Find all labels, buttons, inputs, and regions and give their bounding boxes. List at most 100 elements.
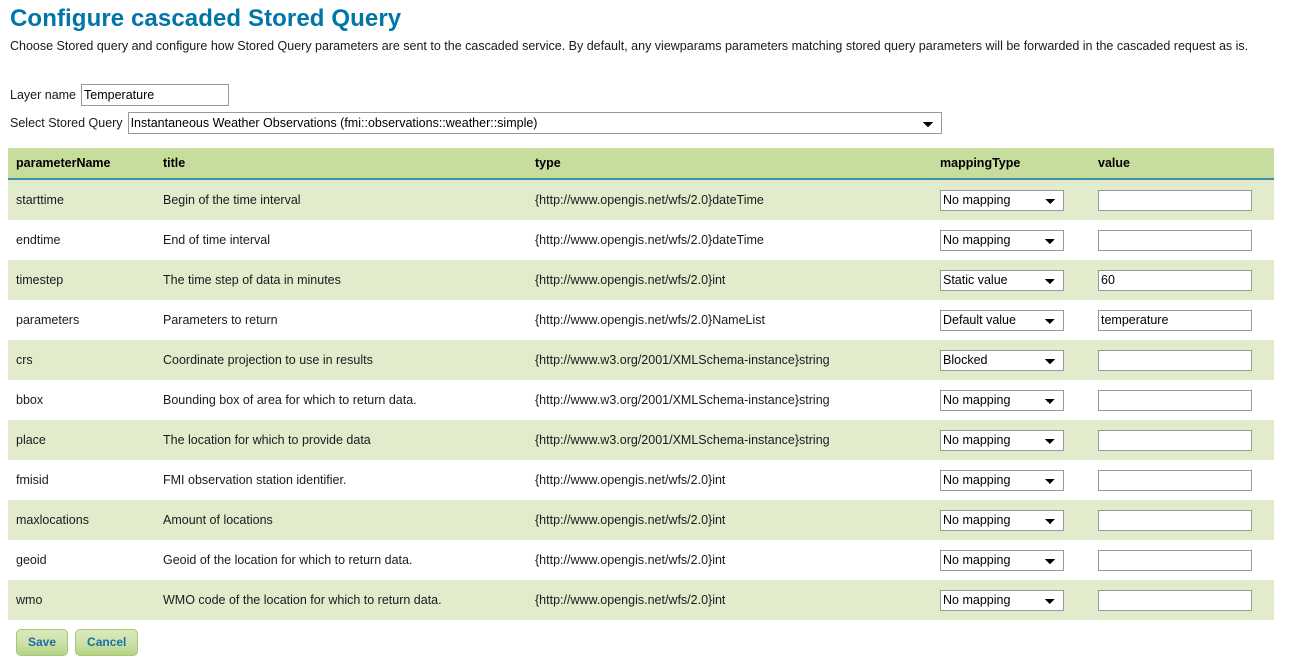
stored-query-row: Select Stored Query Instantaneous Weathe… bbox=[10, 111, 1281, 134]
parameters-table: parameterName title type mappingType val… bbox=[8, 148, 1274, 620]
column-header-title: title bbox=[155, 148, 527, 179]
value-input[interactable] bbox=[1098, 550, 1252, 571]
cell-parameter-name: parameters bbox=[8, 300, 155, 340]
cell-title: Coordinate projection to use in results bbox=[155, 340, 527, 380]
cell-value bbox=[1090, 260, 1274, 300]
cell-title: FMI observation station identifier. bbox=[155, 460, 527, 500]
form-actions: Save Cancel bbox=[8, 629, 1281, 656]
table-header-row: parameterName title type mappingType val… bbox=[8, 148, 1274, 179]
cell-type: {http://www.opengis.net/wfs/2.0}int bbox=[527, 500, 932, 540]
cell-value bbox=[1090, 420, 1274, 460]
table-row: bboxBounding box of area for which to re… bbox=[8, 380, 1274, 420]
table-row: endtimeEnd of time interval{http://www.o… bbox=[8, 220, 1274, 260]
value-input[interactable] bbox=[1098, 390, 1252, 411]
save-button[interactable]: Save bbox=[16, 629, 68, 656]
page-title: Configure cascaded Stored Query bbox=[8, 0, 1281, 37]
cell-type: {http://www.opengis.net/wfs/2.0}dateTime bbox=[527, 220, 932, 260]
mapping-type-select[interactable]: No mappingStatic valueDefault valueBlock… bbox=[940, 550, 1064, 571]
table-row: crsCoordinate projection to use in resul… bbox=[8, 340, 1274, 380]
mapping-type-select[interactable]: No mappingStatic valueDefault valueBlock… bbox=[940, 510, 1064, 531]
cell-mapping-type: No mappingStatic valueDefault valueBlock… bbox=[932, 580, 1090, 620]
layer-name-label: Layer name bbox=[10, 88, 76, 102]
cell-mapping-type: No mappingStatic valueDefault valueBlock… bbox=[932, 260, 1090, 300]
column-header-parameter-name: parameterName bbox=[8, 148, 155, 179]
table-row: starttimeBegin of the time interval{http… bbox=[8, 179, 1274, 220]
value-input[interactable] bbox=[1098, 230, 1252, 251]
mapping-type-select[interactable]: No mappingStatic valueDefault valueBlock… bbox=[940, 310, 1064, 331]
cell-parameter-name: geoid bbox=[8, 540, 155, 580]
column-header-mapping-type: mappingType bbox=[932, 148, 1090, 179]
cell-parameter-name: fmisid bbox=[8, 460, 155, 500]
cell-parameter-name: maxlocations bbox=[8, 500, 155, 540]
mapping-type-select[interactable]: No mappingStatic valueDefault valueBlock… bbox=[940, 270, 1064, 291]
cell-type: {http://www.w3.org/2001/XMLSchema-instan… bbox=[527, 420, 932, 460]
cell-value bbox=[1090, 179, 1274, 220]
table-header: parameterName title type mappingType val… bbox=[8, 148, 1274, 179]
mapping-type-select[interactable]: No mappingStatic valueDefault valueBlock… bbox=[940, 230, 1064, 251]
table-row: wmoWMO code of the location for which to… bbox=[8, 580, 1274, 620]
cell-mapping-type: No mappingStatic valueDefault valueBlock… bbox=[932, 220, 1090, 260]
cell-type: {http://www.opengis.net/wfs/2.0}int bbox=[527, 460, 932, 500]
cell-value bbox=[1090, 540, 1274, 580]
table-body: starttimeBegin of the time interval{http… bbox=[8, 179, 1274, 620]
layer-name-row: Layer name bbox=[10, 83, 1281, 106]
mapping-type-select[interactable]: No mappingStatic valueDefault valueBlock… bbox=[940, 430, 1064, 451]
cell-mapping-type: No mappingStatic valueDefault valueBlock… bbox=[932, 380, 1090, 420]
cancel-button[interactable]: Cancel bbox=[75, 629, 138, 656]
cell-type: {http://www.opengis.net/wfs/2.0}int bbox=[527, 580, 932, 620]
cell-mapping-type: No mappingStatic valueDefault valueBlock… bbox=[932, 420, 1090, 460]
mapping-type-select[interactable]: No mappingStatic valueDefault valueBlock… bbox=[940, 390, 1064, 411]
cell-title: Bounding box of area for which to return… bbox=[155, 380, 527, 420]
cell-title: The time step of data in minutes bbox=[155, 260, 527, 300]
page-description: Choose Stored query and configure how St… bbox=[8, 37, 1281, 56]
cell-value bbox=[1090, 460, 1274, 500]
cell-value bbox=[1090, 340, 1274, 380]
cell-title: Amount of locations bbox=[155, 500, 527, 540]
cell-parameter-name: endtime bbox=[8, 220, 155, 260]
cell-type: {http://www.w3.org/2001/XMLSchema-instan… bbox=[527, 380, 932, 420]
cell-type: {http://www.opengis.net/wfs/2.0}NameList bbox=[527, 300, 932, 340]
cell-mapping-type: No mappingStatic valueDefault valueBlock… bbox=[932, 340, 1090, 380]
column-header-type: type bbox=[527, 148, 932, 179]
cell-parameter-name: timestep bbox=[8, 260, 155, 300]
cell-title: Geoid of the location for which to retur… bbox=[155, 540, 527, 580]
mapping-type-select[interactable]: No mappingStatic valueDefault valueBlock… bbox=[940, 470, 1064, 491]
value-input[interactable] bbox=[1098, 310, 1252, 331]
value-input[interactable] bbox=[1098, 590, 1252, 611]
mapping-type-select[interactable]: No mappingStatic valueDefault valueBlock… bbox=[940, 590, 1064, 611]
value-input[interactable] bbox=[1098, 350, 1252, 371]
table-row: maxlocationsAmount of locations{http://w… bbox=[8, 500, 1274, 540]
table-row: placeThe location for which to provide d… bbox=[8, 420, 1274, 460]
cell-type: {http://www.opengis.net/wfs/2.0}dateTime bbox=[527, 179, 932, 220]
stored-query-select[interactable]: Instantaneous Weather Observations (fmi:… bbox=[128, 112, 942, 134]
table-row: timestepThe time step of data in minutes… bbox=[8, 260, 1274, 300]
cell-mapping-type: No mappingStatic valueDefault valueBlock… bbox=[932, 300, 1090, 340]
table-row: fmisidFMI observation station identifier… bbox=[8, 460, 1274, 500]
value-input[interactable] bbox=[1098, 430, 1252, 451]
cell-parameter-name: wmo bbox=[8, 580, 155, 620]
cell-mapping-type: No mappingStatic valueDefault valueBlock… bbox=[932, 500, 1090, 540]
value-input[interactable] bbox=[1098, 510, 1252, 531]
cell-parameter-name: place bbox=[8, 420, 155, 460]
cell-title: End of time interval bbox=[155, 220, 527, 260]
cell-type: {http://www.opengis.net/wfs/2.0}int bbox=[527, 540, 932, 580]
cell-title: The location for which to provide data bbox=[155, 420, 527, 460]
value-input[interactable] bbox=[1098, 270, 1252, 291]
cell-value bbox=[1090, 500, 1274, 540]
table-row: parametersParameters to return{http://ww… bbox=[8, 300, 1274, 340]
value-input[interactable] bbox=[1098, 470, 1252, 491]
mapping-type-select[interactable]: No mappingStatic valueDefault valueBlock… bbox=[940, 350, 1064, 371]
table-row: geoidGeoid of the location for which to … bbox=[8, 540, 1274, 580]
cell-mapping-type: No mappingStatic valueDefault valueBlock… bbox=[932, 540, 1090, 580]
cell-title: Parameters to return bbox=[155, 300, 527, 340]
stored-query-label: Select Stored Query bbox=[10, 116, 123, 130]
cell-value bbox=[1090, 220, 1274, 260]
layer-name-input[interactable] bbox=[81, 84, 229, 106]
mapping-type-select[interactable]: No mappingStatic valueDefault valueBlock… bbox=[940, 190, 1064, 211]
cell-parameter-name: bbox bbox=[8, 380, 155, 420]
cell-parameter-name: starttime bbox=[8, 179, 155, 220]
value-input[interactable] bbox=[1098, 190, 1252, 211]
cell-mapping-type: No mappingStatic valueDefault valueBlock… bbox=[932, 460, 1090, 500]
cell-value bbox=[1090, 580, 1274, 620]
cell-value bbox=[1090, 380, 1274, 420]
